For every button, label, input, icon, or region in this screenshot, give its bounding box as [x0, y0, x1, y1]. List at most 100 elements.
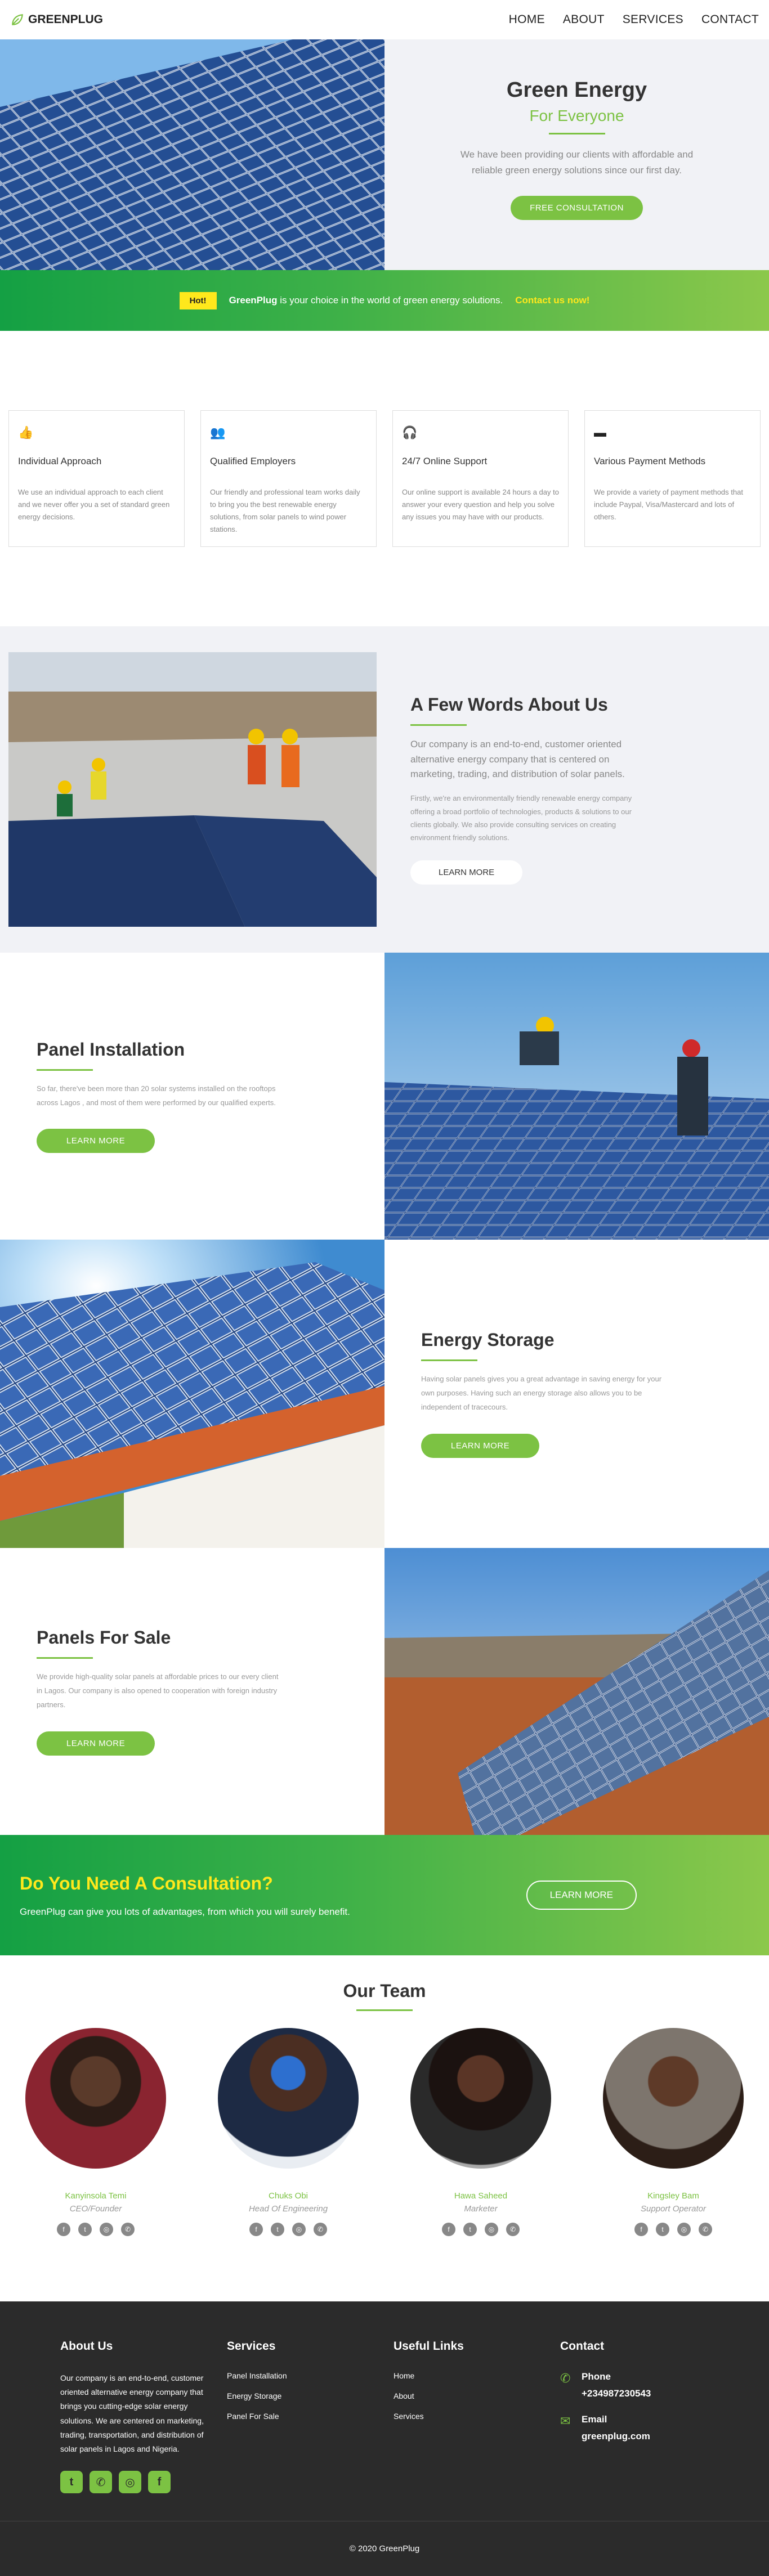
member-name[interactable]: Chuks Obi [218, 2191, 359, 2201]
member-socials: f t ◎ ✆ [218, 2223, 359, 2236]
about-lead: Our company is an end-to-end, customer o… [410, 739, 625, 779]
member-name[interactable]: Hawa Saheed [410, 2191, 551, 2201]
installation-workers-image [384, 953, 769, 1240]
panels-for-sale-learn-more-button[interactable]: LEARN MORE [37, 1731, 155, 1756]
about-text: A Few Words About Us Our company is an e… [410, 694, 636, 885]
about-title: A Few Words About Us [410, 694, 608, 715]
instagram-icon[interactable]: ◎ [119, 2471, 141, 2494]
footer-link[interactable]: Home [394, 2371, 560, 2380]
member-role: Head Of Engineering [248, 2204, 328, 2214]
top-nav: GREENPLUG HOME ABOUT SERVICES CONTACT [0, 0, 769, 39]
whatsapp-icon[interactable]: ✆ [506, 2223, 520, 2236]
member-role: Marketer [464, 2204, 498, 2214]
nav-contact[interactable]: CONTACT [701, 13, 759, 26]
footer: About Us Our company is an end-to-end, c… [0, 2301, 769, 2521]
headset-icon: 🎧 [402, 425, 418, 439]
about-learn-more-button[interactable]: LEARN MORE [410, 860, 523, 885]
features-section: 👍 Individual Approach We use an individu… [0, 331, 769, 626]
panel-installation-section: Panel Installation So far, there've been… [0, 953, 769, 1240]
logo[interactable]: GREENPLUG [10, 12, 103, 27]
roof-solar-panels-image [0, 1240, 384, 1548]
service-description: Having solar panels gives you a great ad… [421, 1375, 662, 1411]
footer-link[interactable]: About [394, 2391, 560, 2400]
divider [356, 2009, 413, 2011]
nav-about[interactable]: ABOUT [563, 13, 605, 26]
facebook-icon[interactable]: f [148, 2471, 171, 2494]
contact-phone: ✆ Phone +234987230543 [560, 2371, 727, 2399]
service-description: We provide high-quality solar panels at … [37, 1672, 279, 1709]
promo-text: GreenPlug is your choice in the world of… [229, 295, 503, 306]
feature-text: We use an individual approach to each cl… [18, 488, 170, 522]
facebook-icon[interactable]: f [249, 2223, 263, 2236]
phone-label: Phone [582, 2371, 611, 2382]
whatsapp-icon[interactable]: ✆ [90, 2471, 112, 2494]
team-members: Kanyinsola Temi CEO/Founder f t ◎ ✆ Chuks O… [0, 2028, 769, 2236]
member-role: CEO/Founder [69, 2204, 122, 2214]
cta-text: Do You Need A Consultation? GreenPlug ca… [20, 1873, 350, 1918]
solar-field-image [384, 1548, 769, 1835]
rooftop-workers-image [8, 652, 377, 927]
feature-text: We provide a variety of payment methods … [594, 488, 743, 522]
about-section: A Few Words About Us Our company is an e… [0, 626, 769, 953]
cta-learn-more-button[interactable]: LEARN MORE [526, 1881, 637, 1910]
member-socials: f t ◎ ✆ [410, 2223, 551, 2236]
copyright: © 2020 GreenPlug [0, 2521, 769, 2576]
facebook-icon[interactable]: f [442, 2223, 455, 2236]
footer-service-link[interactable]: Panel Installation [227, 2371, 394, 2380]
cta-title: Do You Need A Consultation? [20, 1873, 273, 1893]
twitter-icon[interactable]: t [463, 2223, 477, 2236]
energy-storage-learn-more-button[interactable]: LEARN MORE [421, 1433, 539, 1458]
service-title: Panel Installation [37, 1039, 185, 1060]
hero-solar-panels-image [0, 39, 384, 270]
team-section: Our Team Kanyinsola Temi CEO/Founder f t ◎… [0, 1955, 769, 2301]
feature-card: 🎧 24/7 Online Support Our online support… [392, 410, 569, 547]
divider [410, 724, 467, 726]
contact-us-link[interactable]: Contact us now! [515, 295, 589, 306]
footer-contact-title: Contact [560, 2340, 605, 2353]
whatsapp-icon[interactable]: ✆ [121, 2223, 135, 2236]
feature-card: ▬ Various Payment Methods We provide a v… [584, 410, 761, 547]
divider [37, 1069, 93, 1071]
feature-text: Our online support is available 24 hours… [402, 488, 559, 522]
logo-text: GREENPLUG [28, 13, 104, 26]
facebook-icon[interactable]: f [634, 2223, 648, 2236]
member-name[interactable]: Kanyinsola Temi [25, 2191, 166, 2201]
footer-service-link[interactable]: Panel For Sale [227, 2412, 394, 2421]
instagram-icon[interactable]: ◎ [677, 2223, 691, 2236]
hero-title: Green Energy [506, 78, 647, 102]
feature-title: 24/7 Online Support [402, 456, 488, 466]
footer-contact: Contact ✆ Phone +234987230543 ✉ Email gr… [560, 2340, 727, 2521]
twitter-icon[interactable]: t [78, 2223, 92, 2236]
leaf-icon [12, 14, 23, 25]
hero-description: We have been providing our clients with … [460, 149, 694, 176]
promo-bar: Hot! GreenPlug is your choice in the wor… [0, 270, 769, 331]
hot-badge: Hot! [179, 291, 217, 309]
twitter-icon[interactable]: t [656, 2223, 669, 2236]
footer-links-title: Useful Links [394, 2340, 464, 2353]
panels-for-sale-section: Panels For Sale We provide high-quality … [0, 1548, 769, 1835]
phone-value[interactable]: +234987230543 [582, 2388, 651, 2399]
instagram-icon[interactable]: ◎ [485, 2223, 498, 2236]
envelope-icon: ✉ [560, 2414, 571, 2428]
service-title: Energy Storage [421, 1330, 555, 1350]
users-icon: 👥 [210, 425, 226, 439]
instagram-icon[interactable]: ◎ [292, 2223, 306, 2236]
whatsapp-icon[interactable]: ✆ [314, 2223, 327, 2236]
facebook-icon[interactable]: f [57, 2223, 70, 2236]
free-consultation-button[interactable]: FREE CONSULTATION [511, 195, 643, 220]
twitter-icon[interactable]: t [271, 2223, 284, 2236]
member-role: Support Operator [641, 2204, 706, 2214]
service-text: Energy Storage Having solar panels gives… [384, 1240, 769, 1548]
nav-home[interactable]: HOME [509, 13, 545, 26]
member-name[interactable]: Kingsley Bam [603, 2191, 744, 2201]
panel-installation-learn-more-button[interactable]: LEARN MORE [37, 1129, 155, 1154]
email-value[interactable]: greenplug.com [582, 2431, 650, 2442]
twitter-icon[interactable]: t [60, 2471, 83, 2494]
team-member: Kanyinsola Temi CEO/Founder f t ◎ ✆ [25, 2028, 166, 2236]
whatsapp-icon[interactable]: ✆ [699, 2223, 712, 2236]
footer-link[interactable]: Services [394, 2412, 560, 2421]
footer-service-link[interactable]: Energy Storage [227, 2391, 394, 2400]
nav-services[interactable]: SERVICES [623, 13, 683, 26]
instagram-icon[interactable]: ◎ [100, 2223, 113, 2236]
feature-card: 👍 Individual Approach We use an individu… [8, 410, 185, 547]
